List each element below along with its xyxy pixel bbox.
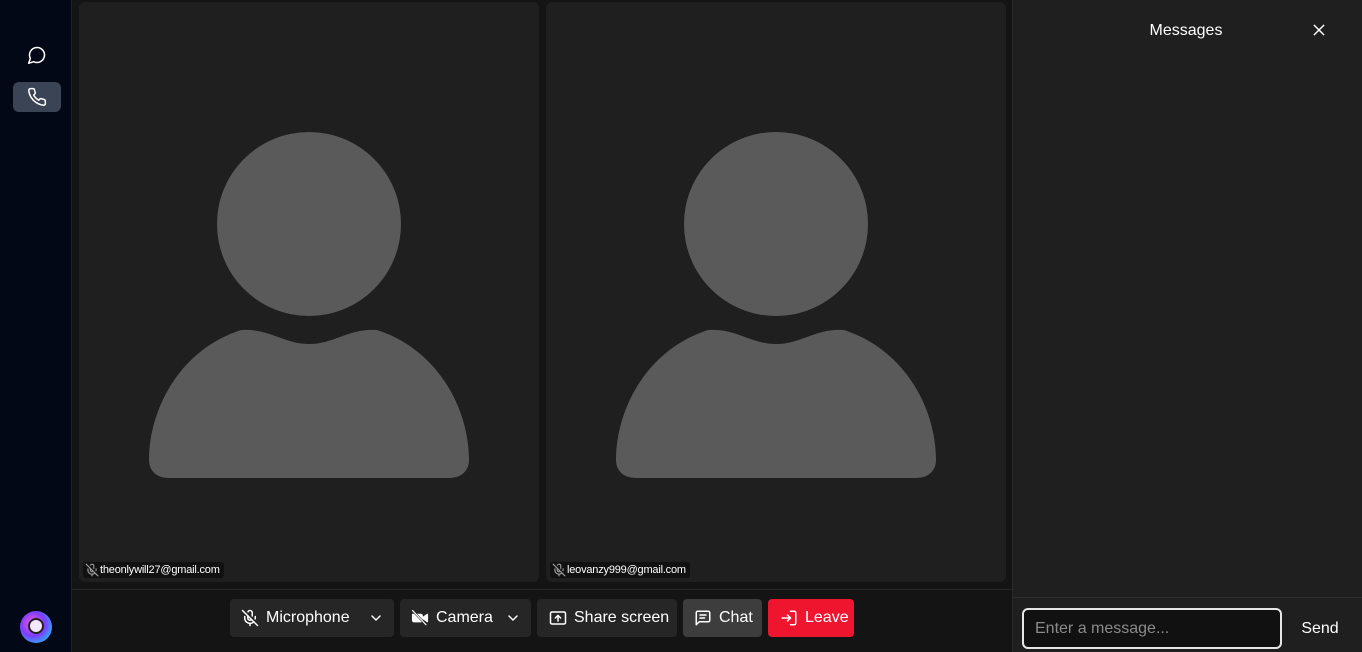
sidebar-item-chat[interactable] bbox=[13, 40, 61, 70]
user-placeholder-icon bbox=[149, 132, 469, 478]
video-stage: theonlywill27@gmail.com leovanzy999@gmai… bbox=[72, 0, 1012, 589]
participant-name-tag: leovanzy999@gmail.com bbox=[550, 562, 690, 578]
participant-name: leovanzy999@gmail.com bbox=[567, 564, 686, 576]
chevron-down-icon[interactable] bbox=[505, 610, 521, 626]
meeting-app: theonlywill27@gmail.com leovanzy999@gmai… bbox=[0, 0, 1362, 652]
leave-icon bbox=[781, 610, 797, 626]
send-button[interactable]: Send bbox=[1293, 612, 1347, 646]
share-screen-label: Share screen bbox=[574, 609, 670, 626]
message-composer: Send bbox=[1013, 597, 1362, 652]
message-input[interactable] bbox=[1022, 608, 1282, 649]
avatar-image bbox=[28, 618, 44, 634]
mic-off-icon bbox=[85, 563, 99, 577]
participant-name: theonlywill27@gmail.com bbox=[100, 564, 220, 576]
camera-button[interactable]: Camera bbox=[400, 599, 531, 637]
message-square-icon bbox=[695, 610, 711, 626]
close-icon bbox=[1313, 24, 1325, 36]
participant-tile: theonlywill27@gmail.com bbox=[79, 2, 539, 582]
leave-label: Leave bbox=[805, 609, 849, 626]
call-controls: Microphone Camera Share screen Chat Leav… bbox=[72, 589, 1012, 652]
chat-label: Chat bbox=[719, 609, 753, 626]
phone-icon bbox=[28, 87, 47, 106]
left-sidebar bbox=[0, 0, 72, 652]
chat-bubble-icon bbox=[27, 46, 46, 65]
mic-off-icon bbox=[552, 563, 566, 577]
screen-share-icon bbox=[549, 611, 567, 625]
microphone-button[interactable]: Microphone bbox=[230, 599, 394, 637]
camera-off-icon bbox=[411, 609, 429, 626]
share-screen-button[interactable]: Share screen bbox=[537, 599, 677, 637]
avatar[interactable] bbox=[20, 611, 52, 643]
participant-name-tag: theonlywill27@gmail.com bbox=[83, 562, 224, 578]
participant-tile: leovanzy999@gmail.com bbox=[546, 2, 1006, 582]
messages-title: Messages bbox=[1149, 22, 1223, 39]
sidebar-item-call[interactable] bbox=[13, 82, 61, 112]
user-placeholder-icon bbox=[616, 132, 936, 478]
leave-button[interactable]: Leave bbox=[768, 599, 854, 637]
chat-toggle-button[interactable]: Chat bbox=[683, 599, 762, 637]
messages-panel: Messages Send bbox=[1012, 0, 1362, 652]
mic-off-icon bbox=[241, 609, 259, 627]
chevron-down-icon[interactable] bbox=[368, 610, 384, 626]
close-panel-button[interactable] bbox=[1309, 20, 1329, 40]
camera-label: Camera bbox=[436, 609, 493, 626]
microphone-label: Microphone bbox=[266, 609, 350, 626]
